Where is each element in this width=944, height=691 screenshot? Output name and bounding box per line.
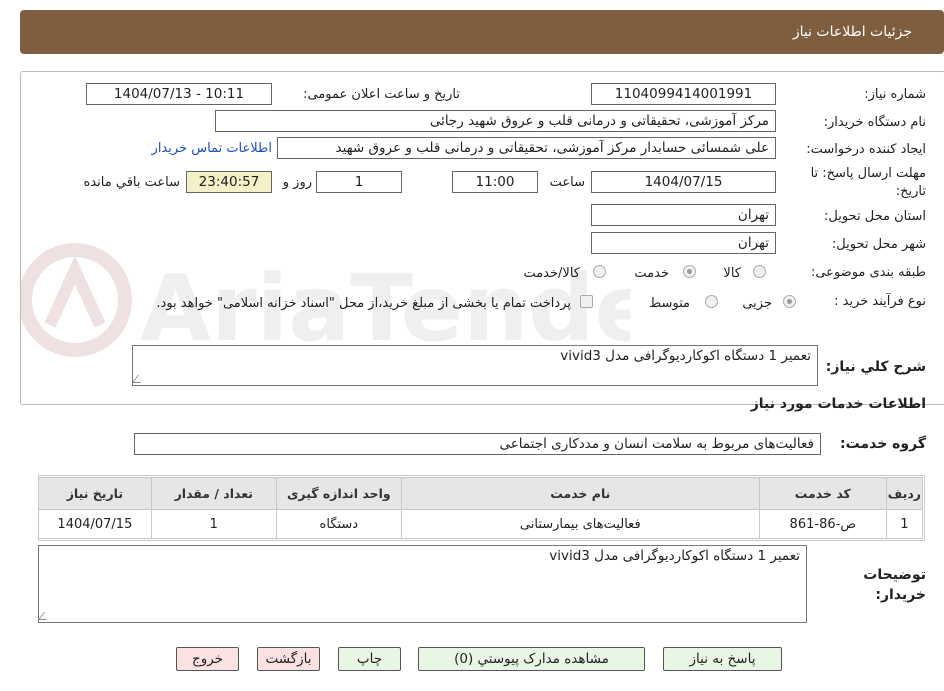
treasury-note: پرداخت تمام یا بخشی از مبلغ خرید،از محل … [156, 296, 571, 311]
cell-row-number: 1 [885, 509, 924, 539]
process-label: نوع فرآیند خرید : [834, 294, 926, 309]
deadline-label: مهلت ارسال پاسخ: تا تاریخ: [810, 166, 926, 199]
buyer-org-label: نام دستگاه خریدار: [823, 115, 926, 130]
buyer-contact-link[interactable]: اطلاعات تماس خریدار [152, 141, 272, 156]
reply-button[interactable]: پاسخ به نیاز [663, 647, 782, 671]
service-group-field: فعالیت‌های مربوط به سلامت انسان و مددکار… [134, 433, 821, 455]
print-button[interactable]: چاپ [338, 647, 401, 671]
province-field: تهران [591, 204, 776, 226]
buyer-notes-textarea[interactable]: تعمیر 1 دستگاه اکوکاردیوگرافی مدل vivid3 [38, 545, 807, 623]
general-desc-textarea[interactable]: تعمیر 1 دستگاه اکوکاردیوگرافی مدل vivid3 [132, 345, 818, 386]
general-desc-label: شرح کلي نياز: [825, 359, 926, 375]
process-radio-medium[interactable] [705, 295, 718, 308]
col-service-name: نام خدمت [400, 477, 760, 510]
requester-label: ایجاد کننده درخواست: [806, 142, 926, 157]
buyer-notes-text: تعمیر 1 دستگاه اکوکاردیوگرافی مدل vivid3 [549, 548, 800, 564]
category-option-goods: کالا [723, 266, 741, 281]
requester-field: علی شمسائی حسابدار مرکز آموزشی، تحقیقاتی… [277, 137, 776, 159]
province-label: استان محل تحویل: [824, 209, 926, 224]
announce-label: تاریخ و ساعت اعلان عمومی: [303, 87, 460, 102]
category-option-goods-service: کالا/خدمت [523, 266, 580, 281]
col-quantity: تعداد / مقدار [150, 477, 277, 510]
category-option-service: خدمت [634, 266, 669, 281]
need-number-label: شماره نیاز: [864, 87, 926, 102]
deadline-date-field: 1404/07/15 [591, 171, 776, 193]
exit-button[interactable]: خروج [176, 647, 239, 671]
cell-need-date: 1404/07/15 [38, 509, 152, 539]
attachments-button[interactable]: مشاهده مدارک پیوستي (0) [418, 647, 645, 671]
cell-service-name: فعالیت‌های بیمارستانی [400, 509, 760, 539]
process-option-minor: جزیی [742, 296, 772, 311]
remaining-time-field: 23:40:57 [186, 171, 272, 193]
general-desc-text: تعمیر 1 دستگاه اکوکاردیوگرافی مدل vivid3 [560, 348, 811, 364]
services-table: رديف کد خدمت نام خدمت واحد اندازه گیری ت… [38, 477, 924, 539]
buyer-org-field: مرکز آموزشی، تحقیقاتی و درمانی قلب و عرو… [215, 110, 776, 132]
days-label: روز و [282, 175, 312, 190]
page-header: جزئیات اطلاعات نیاز [20, 10, 944, 54]
deadline-time-field: 11:00 [452, 171, 538, 193]
cell-quantity: 1 [150, 509, 277, 539]
announce-field: 1404/07/13 - 10:11 [86, 83, 272, 105]
col-row-number: رديف [885, 477, 924, 510]
category-radio-goods-service[interactable] [593, 265, 606, 278]
category-radio-goods[interactable] [753, 265, 766, 278]
col-service-code: کد خدمت [758, 477, 887, 510]
category-label: طبقه بندی موضوعی: [810, 265, 926, 280]
city-label: شهر محل تحویل: [831, 237, 926, 252]
back-button[interactable]: بازگشت [257, 647, 320, 671]
cell-service-code: ص-86-861 [758, 509, 887, 539]
process-option-medium: متوسط [649, 296, 690, 311]
treasury-checkbox[interactable] [580, 295, 593, 308]
days-field: 1 [316, 171, 402, 193]
resize-grip-icon[interactable] [38, 612, 52, 620]
services-section-title: اطلاعات خدمات مورد نياز [750, 396, 926, 412]
cell-unit: دستگاه [275, 509, 402, 539]
process-radio-minor[interactable] [783, 295, 796, 308]
deadline-time-label: ساعت [549, 175, 585, 190]
need-number-field: 1104099414001991 [591, 83, 776, 105]
table-header-row: رديف کد خدمت نام خدمت واحد اندازه گیری ت… [38, 477, 924, 510]
category-radio-service[interactable] [683, 265, 696, 278]
remaining-label: ساعت باقي مانده [83, 175, 180, 190]
city-field: تهران [591, 232, 776, 254]
col-need-date: تاریخ نیاز [38, 477, 152, 510]
resize-grip-icon[interactable] [132, 375, 146, 383]
service-group-label: گروه خدمت: [840, 436, 926, 452]
buyer-notes-label: توضیحات خریدار: [863, 567, 926, 603]
col-unit: واحد اندازه گیری [275, 477, 402, 510]
table-row: 1 ص-86-861 فعالیت‌های بیمارستانی دستگاه … [38, 509, 924, 539]
page-title: جزئیات اطلاعات نیاز [792, 24, 912, 40]
